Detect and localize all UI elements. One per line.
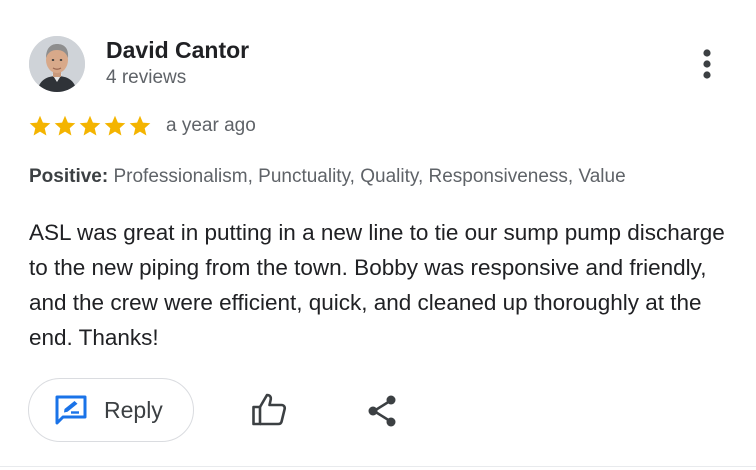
review-time: a year ago [166,115,256,136]
review-highlights: Positive: Professionalism, Punctuality, … [29,166,626,188]
reviewer-review-count: 4 reviews [106,67,187,88]
highlights-values: Professionalism, Punctuality, Quality, R… [108,166,626,187]
thumbs-up-icon [252,393,287,426]
star-rating [28,114,152,138]
share-button[interactable] [365,393,399,434]
star-icon [129,115,151,136]
review-text: ASL was great in putting in a new line t… [29,220,725,350]
share-icon [368,395,396,427]
reply-button[interactable]: Reply [28,378,194,442]
more-options-button[interactable] [690,44,724,84]
reviewer-name[interactable]: David Cantor [106,37,249,64]
avatar[interactable] [29,36,85,92]
like-button[interactable] [250,392,288,433]
star-icon [29,115,51,136]
more-vertical-icon [703,49,711,79]
rating-row: a year ago [28,112,256,140]
reply-label: Reply [104,396,163,423]
star-icon [54,115,76,136]
divider [0,466,756,467]
reviewer-photo [29,36,85,92]
highlights-label: Positive: [29,166,109,187]
star-icon [104,115,126,136]
edit-reply-icon [55,395,87,425]
star-icon [79,115,101,136]
